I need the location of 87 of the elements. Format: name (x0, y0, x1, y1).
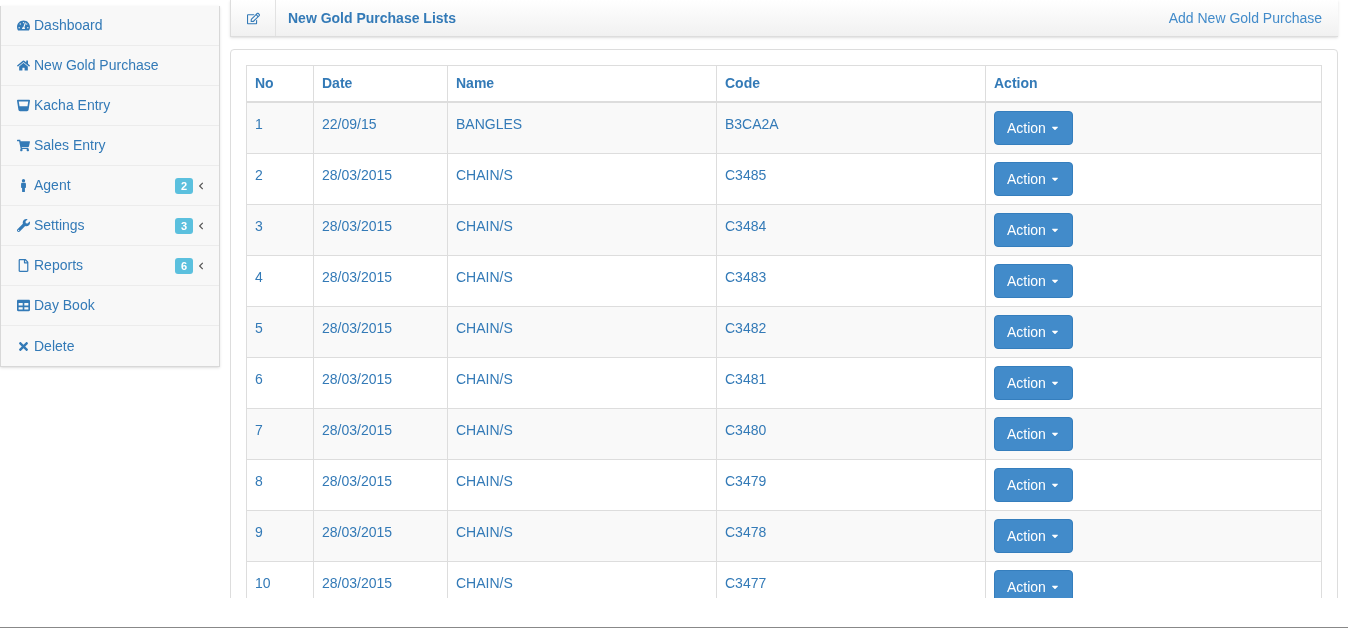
table-cell: 2 (255, 167, 263, 183)
table-cell: CHAIN/S (456, 269, 513, 285)
sidebar-label: Agent (34, 176, 71, 195)
action-dropdown-button[interactable]: Action (994, 468, 1073, 502)
sidebar-label: Day Book (34, 296, 95, 315)
action-dropdown-button[interactable]: Action (994, 570, 1073, 598)
table-cell: CHAIN/S (456, 371, 513, 387)
table-cell: C3481 (725, 371, 767, 387)
add-purchase-link[interactable]: Add New Gold Purchase (1168, 7, 1322, 29)
sidebar-item[interactable]: Dashboard (1, 6, 219, 46)
sidebar-item[interactable]: Settings 3 (1, 206, 219, 246)
table-cell: C3477 (725, 575, 767, 591)
table-cell: 28/03/2015 (322, 269, 393, 285)
table-cell: 8 (255, 473, 263, 489)
action-dropdown-button[interactable]: Action (994, 519, 1073, 553)
column-header: Date (313, 66, 447, 101)
action-dropdown-button[interactable]: Action (994, 264, 1073, 298)
table-cell: C3480 (725, 422, 767, 438)
table-cell: 28/03/2015 (322, 524, 393, 540)
column-header: Name (447, 66, 716, 101)
sidebar-label: Dashboard (34, 16, 103, 35)
table-cell: B3CA2A (725, 116, 779, 132)
table-cell: 1 (255, 116, 263, 132)
sidebar-label: New Gold Purchase (34, 56, 159, 75)
table-cell: 5 (255, 320, 263, 336)
column-header: No (254, 74, 275, 93)
table-icon (17, 299, 30, 312)
table-cell: 28/03/2015 (322, 575, 393, 591)
table-cell: 3 (255, 218, 263, 234)
count-badge: 6 (174, 257, 193, 274)
sidebar-label: Delete (34, 336, 75, 356)
close-icon (17, 339, 30, 353)
action-dropdown-button[interactable]: Action (994, 366, 1073, 400)
sidebar-label: Settings (34, 216, 85, 235)
action-dropdown-button[interactable]: Action (994, 162, 1073, 196)
table-cell: 28/03/2015 (322, 320, 393, 336)
count-badge: 3 (174, 217, 193, 234)
table-cell: C3478 (725, 524, 767, 540)
action-dropdown-button[interactable]: Action (994, 417, 1073, 451)
glass-icon (17, 99, 30, 112)
table-cell: 28/03/2015 (322, 167, 393, 183)
sidebar-item[interactable]: Agent 2 (1, 166, 219, 206)
sidebar-item[interactable]: Kacha Entry (1, 86, 219, 126)
sidebar-item[interactable]: Delete (1, 326, 219, 366)
table-cell: C3485 (725, 167, 767, 183)
sidebar-item[interactable]: Sales Entry (1, 126, 219, 166)
sidebar-label: Sales Entry (34, 136, 106, 155)
table-cell: CHAIN/S (456, 473, 513, 489)
table-cell: CHAIN/S (456, 575, 513, 591)
sidebar-item[interactable]: Day Book (1, 286, 219, 326)
page-title: New Gold Purchase Lists (288, 8, 457, 28)
table-cell: BANGLES (456, 116, 523, 132)
action-dropdown-button[interactable]: Action (994, 111, 1073, 145)
table-cell: 28/03/2015 (322, 473, 393, 489)
table-cell: 10 (255, 575, 271, 591)
wrench-icon (17, 219, 30, 232)
cart-icon (17, 139, 30, 152)
table-cell: 28/03/2015 (322, 218, 393, 234)
table-cell: 22/09/15 (322, 116, 377, 132)
table-cell: 4 (255, 269, 263, 285)
sidebar-label: Kacha Entry (34, 96, 111, 115)
action-dropdown-button[interactable]: Action (994, 315, 1073, 349)
file-icon (17, 259, 30, 272)
sidebar-item[interactable]: New Gold Purchase (1, 46, 219, 86)
table-cell: 7 (255, 422, 263, 438)
home-icon (17, 59, 30, 72)
table-cell: C3482 (725, 320, 767, 336)
count-badge: 2 (174, 177, 193, 194)
sidebar-label: Reports (34, 256, 84, 275)
column-header: Code (716, 66, 985, 101)
table-cell: CHAIN/S (456, 320, 513, 336)
table-cell: C3483 (725, 269, 767, 285)
sidebar-item[interactable]: Reports 6 (1, 246, 219, 286)
table-cell: C3479 (725, 473, 767, 489)
table-cell: CHAIN/S (456, 422, 513, 438)
table-cell: CHAIN/S (456, 167, 513, 183)
table-cell: 28/03/2015 (322, 422, 393, 438)
table-cell: CHAIN/S (456, 524, 513, 540)
table-cell: CHAIN/S (456, 218, 513, 234)
table-cell: C3484 (725, 218, 767, 234)
table-cell: 9 (255, 524, 263, 540)
action-dropdown-button[interactable]: Action (994, 213, 1073, 247)
table-cell: 6 (255, 371, 263, 387)
dashboard-icon (17, 19, 30, 32)
edit-icon (246, 11, 260, 25)
column-header: Action (985, 66, 1321, 101)
table-cell: 28/03/2015 (322, 371, 393, 387)
